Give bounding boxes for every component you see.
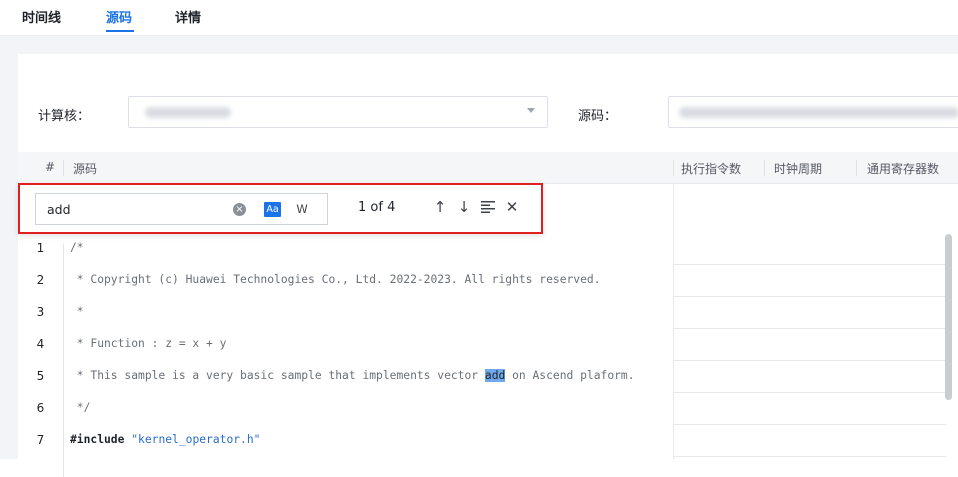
code-text: * Function : z = x + y <box>70 337 227 350</box>
source-file-select[interactable] <box>668 96 958 128</box>
code-row: 6 */ <box>18 393 673 425</box>
col-source: 源码 <box>73 162 98 176</box>
active-tab-indicator <box>106 30 134 32</box>
kernel-value-blurred <box>145 107 231 118</box>
match-count: 1 of 4 <box>358 200 396 215</box>
code-row: 1 /* <box>18 233 673 265</box>
include-keyword: #include <box>70 433 125 446</box>
source-path-blurred <box>679 107 958 118</box>
kernel-label: 计算核： <box>38 109 91 124</box>
code-row: 2 * Copyright (c) Huawei Technologies Co… <box>18 265 673 297</box>
code-row: 7 #include "kernel_operator.h" <box>18 425 673 457</box>
code-text: * Copyright (c) Huawei Technologies Co.,… <box>70 273 601 286</box>
source-page: 计算核： 源码： # 源码 执行指令数 时钟周期 通用寄存器数 1 /* 2 *… <box>0 36 958 477</box>
code-text: /* <box>70 241 84 254</box>
code-row: 4 * Function : z = x + y <box>18 329 673 361</box>
metric-cell <box>673 329 946 361</box>
metric-cell <box>673 265 946 297</box>
column-divider <box>856 160 857 176</box>
code-text-before: * This sample is a very basic sample tha… <box>70 369 485 382</box>
vertical-scrollbar[interactable] <box>945 234 952 400</box>
tab-details[interactable]: 详情 <box>175 7 201 26</box>
search-match-highlight: add <box>484 369 506 382</box>
line-number: 3 <box>36 305 45 319</box>
source-card: 计算核： 源码： # 源码 执行指令数 时钟周期 通用寄存器数 1 /* 2 *… <box>18 54 958 477</box>
code-row: 3 * <box>18 297 673 329</box>
code-text: * <box>70 305 84 318</box>
metric-cell <box>673 425 946 457</box>
line-number: 7 <box>36 433 45 447</box>
code-row: 5 * This sample is a very basic sample t… <box>18 361 673 393</box>
column-divider <box>63 160 64 176</box>
metric-cell <box>673 297 946 329</box>
previous-match-icon[interactable]: ↑ <box>431 198 449 216</box>
line-number: 1 <box>36 241 45 255</box>
code-text-after: on Ascend plaform. <box>505 369 635 382</box>
include-path: "kernel_operator.h" <box>131 433 261 446</box>
close-icon[interactable]: ✕ <box>503 198 521 216</box>
kernel-select[interactable] <box>128 96 548 128</box>
whole-word-icon[interactable]: W <box>294 202 310 217</box>
metric-cell <box>673 361 946 393</box>
line-number: 6 <box>36 401 45 415</box>
col-registers[interactable]: 通用寄存器数 <box>867 160 939 177</box>
code-text: */ <box>70 401 91 414</box>
column-divider <box>764 160 765 176</box>
next-match-icon[interactable]: ↓ <box>455 198 473 216</box>
match-case-icon[interactable]: Aa <box>264 202 281 217</box>
table-header: # 源码 执行指令数 时钟周期 通用寄存器数 <box>18 152 958 184</box>
metric-cell <box>673 233 946 265</box>
find-query: add <box>47 202 71 217</box>
tab-source[interactable]: 源码 <box>106 7 132 26</box>
line-number: 5 <box>36 369 45 383</box>
code-text: #include "kernel_operator.h" <box>70 433 260 446</box>
col-instructions[interactable]: 执行指令数 <box>681 160 741 177</box>
find-in-selection-icon[interactable] <box>479 198 497 216</box>
line-number: 2 <box>36 273 45 287</box>
find-input[interactable]: add × Aa W <box>35 193 328 225</box>
find-widget: add × Aa W 1 of 4 ↑ ↓ ✕ <box>18 183 543 234</box>
col-line-number: # <box>45 160 56 174</box>
clear-icon[interactable]: × <box>233 203 246 216</box>
chevron-down-icon <box>527 108 535 113</box>
line-number: 4 <box>36 337 45 351</box>
column-divider <box>673 160 674 176</box>
view-tabs: 时间线 源码 详情 <box>0 0 958 36</box>
col-cycles[interactable]: 时钟周期 <box>774 160 822 177</box>
metric-cell <box>673 393 946 425</box>
source-label: 源码： <box>578 109 618 124</box>
tab-timeline[interactable]: 时间线 <box>22 7 61 26</box>
code-text: * This sample is a very basic sample tha… <box>70 369 635 382</box>
